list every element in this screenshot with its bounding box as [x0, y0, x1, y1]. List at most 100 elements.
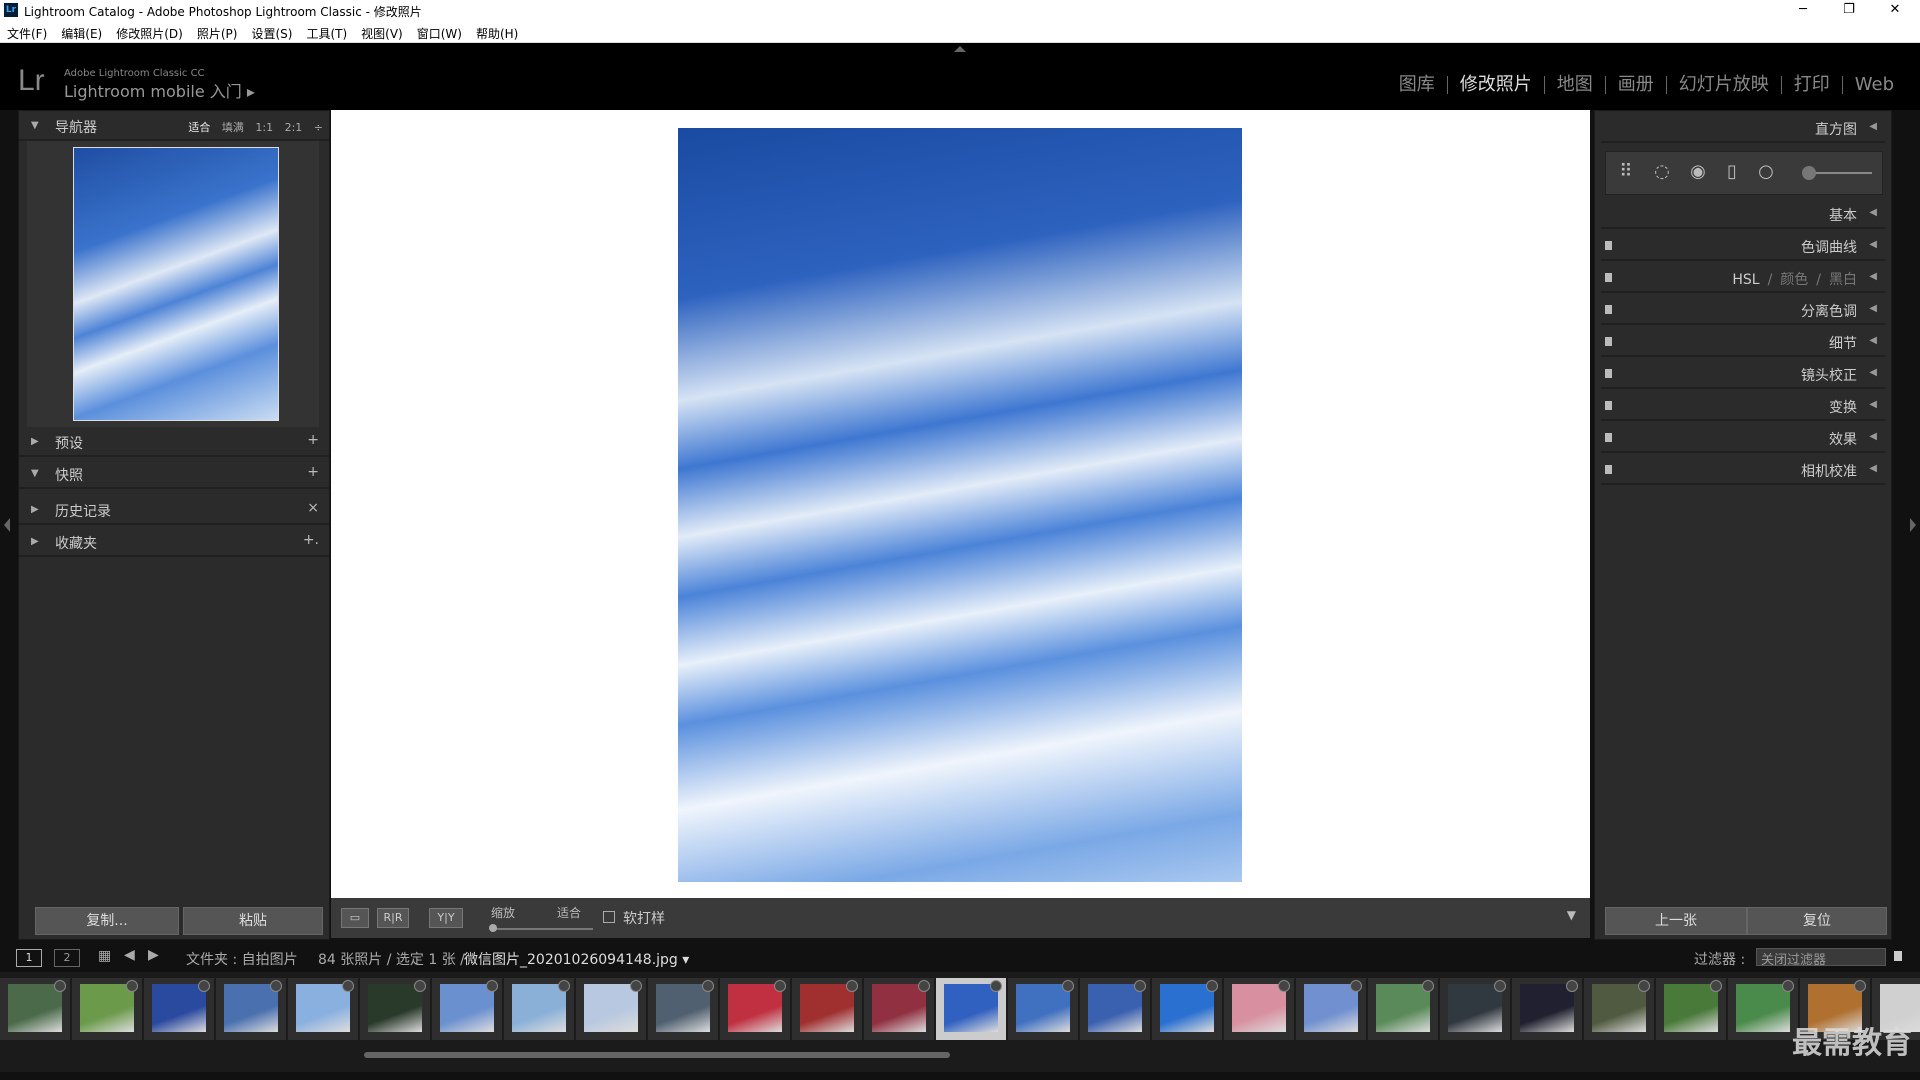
filmstrip-thumbnail[interactable]	[936, 978, 1006, 1040]
module-print[interactable]: 打印	[1780, 76, 1842, 94]
filmstrip-thumbnail[interactable]	[1440, 978, 1510, 1040]
identity-mobile-link[interactable]: Lightroom mobile 入门 ▸	[64, 78, 255, 102]
basic-header[interactable]: 基本 ◀	[1601, 199, 1885, 229]
bw-tab[interactable]: 黑白	[1829, 272, 1857, 288]
zoom-slider[interactable]	[493, 928, 593, 930]
history-header[interactable]: ▶ 历史记录 ×	[19, 497, 329, 525]
before-after-lr-button[interactable]: R|R	[377, 908, 409, 928]
menu-edit[interactable]: 编辑(E)	[54, 22, 109, 42]
menu-help[interactable]: 帮助(H)	[469, 22, 525, 42]
collections-header[interactable]: ▶ 收藏夹 +.	[19, 529, 329, 557]
before-after-tb-button[interactable]: Y|Y	[429, 908, 463, 928]
right-panel-toggle-icon[interactable]	[1910, 518, 1916, 532]
color-tab[interactable]: 颜色	[1780, 272, 1808, 288]
filmstrip-thumbnail[interactable]	[1080, 978, 1150, 1040]
filmstrip-thumbnail[interactable]	[432, 978, 502, 1040]
filmstrip-thumbnail[interactable]	[1008, 978, 1078, 1040]
navigator-header[interactable]: ▼ 导航器 适合 填满 1:1 2:1 ÷	[19, 113, 329, 141]
menu-window[interactable]: 窗口(W)	[410, 22, 469, 42]
restore-button[interactable]: ❐	[1826, 0, 1872, 22]
zoom-slider-knob[interactable]	[489, 924, 497, 932]
source-folder[interactable]: 文件夹 : 自拍图片	[186, 949, 298, 969]
filmstrip-thumbnail[interactable]	[1296, 978, 1366, 1040]
filmstrip-thumbnail[interactable]	[0, 978, 70, 1040]
back-arrow-icon[interactable]: ◀	[124, 947, 135, 963]
paste-button[interactable]: 粘贴	[183, 907, 323, 935]
filmstrip-thumbnail[interactable]	[864, 978, 934, 1040]
panel-switch-icon[interactable]	[1605, 241, 1612, 250]
panel-switch-icon[interactable]	[1605, 433, 1612, 442]
grid-view-icon[interactable]: ▦	[98, 948, 111, 964]
main-photo[interactable]	[678, 128, 1242, 882]
camera-calibration-header[interactable]: 相机校准 ◀	[1601, 455, 1885, 485]
panel-switch-icon[interactable]	[1605, 465, 1612, 474]
filmstrip-scrollbar[interactable]	[364, 1052, 950, 1058]
minimize-button[interactable]: ─	[1780, 0, 1826, 22]
panel-switch-icon[interactable]	[1605, 337, 1612, 346]
crop-tool-icon[interactable]: ⠿	[1616, 162, 1636, 182]
current-filename[interactable]: 微信图片_20201026094148.jpg ▾	[464, 949, 689, 969]
filmstrip-thumbnail[interactable]	[216, 978, 286, 1040]
filmstrip-thumbnail[interactable]	[1512, 978, 1582, 1040]
split-toning-header[interactable]: 分离色调 ◀	[1601, 295, 1885, 325]
filmstrip-thumbnail[interactable]	[288, 978, 358, 1040]
panel-switch-icon[interactable]	[1605, 369, 1612, 378]
hsl-header[interactable]: HSL / 颜色 / 黑白 ◀	[1601, 263, 1885, 293]
collapse-top-arrow-icon[interactable]	[954, 46, 966, 52]
forward-arrow-icon[interactable]: ▶	[148, 947, 159, 963]
menu-photo[interactable]: 照片(P)	[190, 22, 245, 42]
module-slideshow[interactable]: 幻灯片放映	[1665, 76, 1781, 94]
filmstrip-thumbnail[interactable]	[144, 978, 214, 1040]
module-library[interactable]: 图库	[1387, 76, 1447, 94]
close-button[interactable]: ✕	[1872, 0, 1918, 22]
filmstrip-thumbnail[interactable]	[648, 978, 718, 1040]
panel-switch-icon[interactable]	[1605, 273, 1612, 282]
filmstrip-thumbnail[interactable]	[1224, 978, 1294, 1040]
hsl-tab[interactable]: HSL	[1732, 272, 1759, 288]
red-eye-tool-icon[interactable]: ◉	[1688, 162, 1708, 182]
zoom-more[interactable]: ÷	[314, 121, 323, 134]
loupe-view-icon[interactable]: ▭	[341, 908, 369, 928]
module-book[interactable]: 画册	[1604, 76, 1666, 94]
snapshots-header[interactable]: ▼ 快照 +	[19, 461, 329, 489]
filmstrip-thumbnail[interactable]	[1584, 978, 1654, 1040]
zoom-fit[interactable]: 适合	[188, 121, 210, 134]
filmstrip-thumbnail[interactable]	[1152, 978, 1222, 1040]
add-snapshot-icon[interactable]: +	[307, 464, 319, 480]
tone-curve-header[interactable]: 色调曲线 ◀	[1601, 231, 1885, 261]
zoom-2-1[interactable]: 2:1	[285, 121, 303, 134]
detail-header[interactable]: 细节 ◀	[1601, 327, 1885, 357]
zoom-1-1[interactable]: 1:1	[255, 121, 273, 134]
lens-corrections-header[interactable]: 镜头校正 ◀	[1601, 359, 1885, 389]
histogram-header[interactable]: 直方图 ◀	[1601, 113, 1885, 143]
module-map[interactable]: 地图	[1543, 76, 1605, 94]
filter-select[interactable]: 关闭过滤器	[1756, 948, 1886, 968]
spot-removal-tool-icon[interactable]: ◌	[1652, 162, 1672, 182]
soft-proof-checkbox[interactable]	[603, 911, 615, 923]
panel-switch-icon[interactable]	[1605, 401, 1612, 410]
menu-file[interactable]: 文件(F)	[0, 22, 54, 42]
add-collection-icon[interactable]: +.	[303, 532, 319, 548]
filmstrip-thumbnail[interactable]	[792, 978, 862, 1040]
navigator-thumbnail[interactable]	[73, 147, 279, 421]
panel-switch-icon[interactable]	[1605, 305, 1612, 314]
window-2-button[interactable]: 2	[54, 949, 80, 967]
filmstrip-thumbnail[interactable]	[360, 978, 430, 1040]
graduated-filter-icon[interactable]: ▯	[1722, 162, 1742, 182]
toolbar-menu-chevron-down-icon[interactable]: ▼	[1567, 908, 1576, 922]
filter-lock-icon[interactable]	[1894, 951, 1902, 961]
filmstrip-thumbnail[interactable]	[576, 978, 646, 1040]
transform-header[interactable]: 变换 ◀	[1601, 391, 1885, 421]
filmstrip-thumbnail[interactable]	[1656, 978, 1726, 1040]
clear-history-icon[interactable]: ×	[307, 500, 319, 516]
menu-view[interactable]: 视图(V)	[354, 22, 410, 42]
filmstrip-thumbnail[interactable]	[720, 978, 790, 1040]
presets-header[interactable]: ▶ 预设 +	[19, 429, 329, 457]
filmstrip-thumbnail[interactable]	[1728, 978, 1798, 1040]
filmstrip-thumbnail[interactable]	[72, 978, 142, 1040]
adjustment-brush-icon[interactable]	[1802, 166, 1816, 180]
left-panel-toggle-icon[interactable]	[4, 518, 10, 532]
reset-button[interactable]: 复位	[1747, 907, 1887, 935]
menu-settings[interactable]: 设置(S)	[244, 22, 299, 42]
effects-header[interactable]: 效果 ◀	[1601, 423, 1885, 453]
